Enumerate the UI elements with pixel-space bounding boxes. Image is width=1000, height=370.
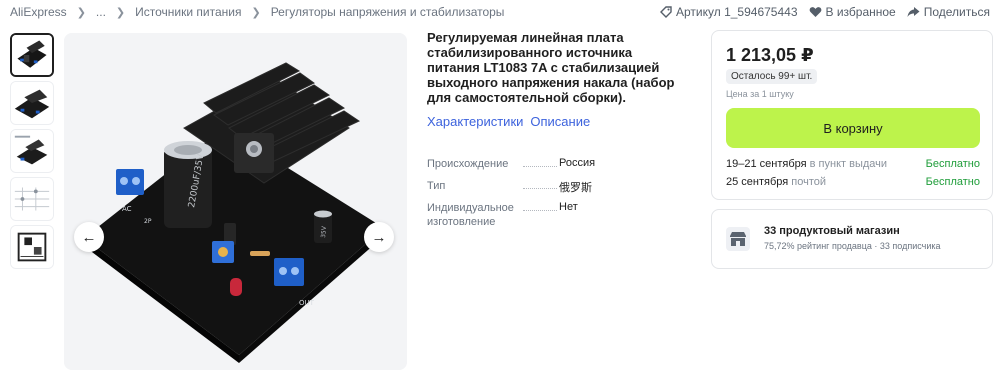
board-dimensions-image <box>11 130 53 172</box>
spec-key: Индивидуальное изготовление <box>427 202 514 228</box>
delivery-option-post[interactable]: 25 сентября почтой Бесплатно <box>726 176 980 188</box>
article-copy[interactable]: Артикул 1_594675443 <box>660 5 798 19</box>
delivery-option-pickup[interactable]: 19–21 сентября в пункт выдачи Бесплатно <box>726 158 980 170</box>
breadcrumb-ellipsis[interactable]: ... <box>96 5 106 19</box>
favorite-label: В избранное <box>825 5 896 19</box>
info-tabs: Характеристики Описание <box>427 114 677 129</box>
spec-leader <box>523 210 557 211</box>
article-number: Артикул 1_594675443 <box>676 5 798 19</box>
power-board-photo: 2200uF/35V 35V AC OUT 2P <box>64 33 407 370</box>
spec-key: Тип <box>427 180 446 192</box>
meta-separator: · <box>874 241 878 251</box>
board-label-small-cap: 35V <box>320 225 328 238</box>
spec-value: 俄罗斯 <box>559 182 592 194</box>
delivery-method: почтой <box>791 176 827 188</box>
thumbnail-3[interactable] <box>10 129 54 173</box>
spec-row: Происхождение Россия <box>427 157 677 179</box>
spec-value: Нет <box>559 201 578 213</box>
favorite-button[interactable]: В избранное <box>809 5 896 19</box>
unit-price-note: Цена за 1 штуку <box>726 89 794 99</box>
spec-row: Тип 俄罗斯 <box>427 179 677 201</box>
store-icon <box>726 227 750 251</box>
product-info: Регулируемая линейная плата стабилизиров… <box>427 30 677 231</box>
prev-image-button[interactable]: ← <box>74 222 104 252</box>
delivery-cost: Бесплатно <box>925 176 980 188</box>
heart-icon <box>809 7 821 17</box>
product-title: Регулируемая линейная плата стабилизиров… <box>427 30 675 105</box>
thumbnail-1[interactable] <box>10 33 54 77</box>
breadcrumb-power-sources[interactable]: Источники питания <box>135 5 241 19</box>
store-rating: 75,72% рейтинг продавца <box>764 241 872 251</box>
breadcrumb-home[interactable]: AliExpress <box>10 5 67 19</box>
top-bar: AliExpress ❯ ... ❯ Источники питания ❯ Р… <box>10 5 990 21</box>
top-actions: Артикул 1_594675443 В избранное Поделить… <box>649 5 990 19</box>
stock-badge: Осталось 99+ шт. <box>726 69 818 84</box>
arrow-right-icon: → <box>371 228 387 246</box>
share-button[interactable]: Поделиться <box>907 5 990 19</box>
chevron-right-icon: ❯ <box>76 6 86 19</box>
board-angle-image <box>11 82 53 124</box>
main-product-image[interactable]: 2200uF/35V 35V AC OUT 2P ← → <box>64 33 407 370</box>
thumbnail-list <box>10 33 56 273</box>
board-label-terminal: 2P <box>144 218 152 225</box>
spec-list: Происхождение Россия Тип 俄罗斯 Индивидуаль… <box>427 157 677 231</box>
thumbnail-4[interactable] <box>10 177 54 221</box>
store-name[interactable]: 33 продуктовый магазин <box>764 225 900 237</box>
chevron-right-icon: ❯ <box>251 6 261 19</box>
thumbnail-2[interactable] <box>10 81 54 125</box>
add-to-cart-button[interactable]: В корзину <box>726 108 980 148</box>
next-image-button[interactable]: → <box>364 222 394 252</box>
spec-row: Индивидуальное изготовление Нет <box>427 201 677 231</box>
board-label-out: OUT <box>299 299 315 307</box>
share-icon <box>907 7 920 17</box>
buy-box: 1 213,05 ₽ Осталось 99+ шт. Цена за 1 шт… <box>711 30 993 200</box>
breadcrumb-regulators[interactable]: Регуляторы напряжения и стабилизаторы <box>271 5 505 19</box>
board-thumbnail-image <box>12 35 52 75</box>
tab-description[interactable]: Описание <box>530 114 590 129</box>
breadcrumb: AliExpress ❯ ... ❯ Источники питания ❯ Р… <box>10 5 504 19</box>
tag-icon <box>660 6 672 18</box>
share-label: Поделиться <box>923 5 990 19</box>
tab-characteristics[interactable]: Характеристики <box>427 114 523 129</box>
board-label-ac: AC <box>122 205 132 213</box>
spec-leader <box>523 166 557 167</box>
spec-leader <box>523 188 557 189</box>
store-subscribers: 33 подписчика <box>879 241 941 251</box>
spec-value: Россия <box>559 157 596 169</box>
delivery-cost: Бесплатно <box>925 158 980 170</box>
store-card[interactable]: 33 продуктовый магазин 75,72% рейтинг пр… <box>711 209 993 269</box>
store-meta: 75,72% рейтинг продавца · 33 подписчика <box>764 241 941 251</box>
chevron-right-icon: ❯ <box>115 6 126 19</box>
delivery-method: в пункт выдачи <box>809 158 888 170</box>
price: 1 213,05 ₽ <box>726 45 814 65</box>
delivery-date: 19–21 сентября <box>726 158 807 170</box>
delivery-date: 25 сентября <box>726 176 789 188</box>
thumbnail-5[interactable] <box>10 225 54 269</box>
schematic-image <box>11 178 53 220</box>
arrow-left-icon: ← <box>81 228 97 246</box>
pcb-layout-image <box>11 226 53 268</box>
spec-key: Происхождение <box>427 158 509 170</box>
